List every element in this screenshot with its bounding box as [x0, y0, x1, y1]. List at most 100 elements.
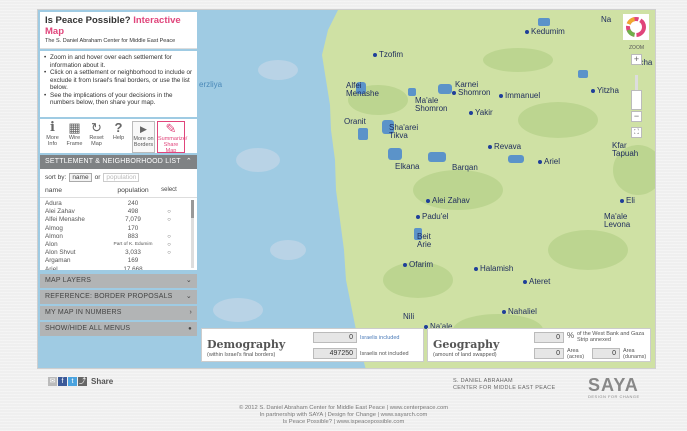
list-cell-select[interactable]: ○	[159, 216, 179, 224]
control-panel: Is Peace Possible? Interactive Map The S…	[40, 12, 197, 364]
menu-label: SHOW/HIDE ALL MENUS	[45, 325, 131, 332]
list-cell-name: Almog	[45, 224, 63, 232]
map-place-label[interactable]: Eli	[620, 196, 635, 205]
saya-logo[interactable]: SAYA DESIGN FOR CHANGE	[588, 375, 640, 399]
sort-or-label: or	[94, 174, 101, 181]
map-place-label[interactable]: Levona	[604, 220, 630, 229]
settlement-list-title: SETTLEMENT & NEIGHBORHOOD LIST	[45, 158, 181, 165]
list-cell-name: Adura	[45, 200, 62, 207]
twitter-icon[interactable]: t	[68, 377, 77, 386]
map-place-label[interactable]: Nili	[403, 312, 414, 321]
list-cell-select[interactable]: ○	[159, 208, 179, 216]
zoom-in-button[interactable]: +	[631, 54, 642, 65]
map-place-label[interactable]: Nahaliel	[502, 307, 537, 316]
demography-title: Demography	[207, 338, 286, 351]
list-cell-select[interactable]	[159, 266, 179, 271]
settlement-list: Adura 240 Alei Zahav 498 ○ Alfei Menashe 7,079…	[40, 198, 197, 270]
map-place-label[interactable]: Barqan	[452, 163, 478, 172]
israelis-included-label: Israelis included	[360, 335, 400, 341]
map-place-label[interactable]: Elkana	[395, 162, 419, 171]
sort-by-name-button[interactable]: name	[69, 173, 92, 182]
list-item[interactable]: Alon Part of K. Edumim ○	[45, 241, 192, 249]
map-place-label[interactable]: Padu'el	[416, 212, 448, 221]
list-cell-select[interactable]	[159, 200, 179, 208]
map-place-label[interactable]: Tapuah	[612, 149, 638, 158]
more-info-button[interactable]: i More Info	[42, 121, 63, 153]
list-cell-select[interactable]: ○	[159, 249, 179, 257]
instructions: Zoom in and hover over each settlement f…	[40, 51, 197, 117]
map-place-label[interactable]: erzliya	[199, 80, 222, 89]
list-item[interactable]: Alon Shvut 3,033 ○	[45, 249, 192, 257]
email-icon[interactable]: ✉	[48, 377, 57, 386]
list-item[interactable]: Almon 883 ○	[45, 233, 192, 241]
sort-by-population-button[interactable]: population	[103, 173, 140, 182]
list-item[interactable]: Almog 170	[45, 225, 192, 233]
map-place-label[interactable]: Immanuel	[499, 91, 540, 100]
map-place-label[interactable]: Ateret	[523, 277, 550, 286]
map-place-label[interactable]: Arie	[417, 240, 431, 249]
app-container: Kedumim Na Tzofim Alfei Menashe Karnei Shomron…	[37, 9, 656, 369]
sort-label: sort by:	[45, 174, 67, 181]
menu-show-hide-all[interactable]: SHOW/HIDE ALL MENUS ●	[40, 322, 197, 336]
map-place-label[interactable]: Yitzha	[591, 86, 619, 95]
list-cell-select[interactable]	[159, 257, 179, 265]
map-place-label[interactable]: Revava	[488, 142, 521, 151]
list-item[interactable]: Alfei Menashe 7,079 ○	[45, 216, 192, 224]
list-cell-select[interactable]: ○	[159, 233, 179, 241]
menu-border-proposals[interactable]: REFERENCE: BORDER PROPOSALS ⌄	[40, 290, 197, 304]
map-place-label[interactable]: Yakir	[469, 108, 493, 117]
list-item[interactable]: Argaman 169	[45, 257, 192, 265]
map-place-label[interactable]: Oranit	[344, 117, 366, 126]
zoom-out-button[interactable]: −	[631, 111, 642, 122]
wireframe-icon: ▦	[68, 120, 81, 135]
settlement-list-header[interactable]: SETTLEMENT & NEIGHBORHOOD LIST ⌃	[40, 155, 197, 169]
title-box: Is Peace Possible? Interactive Map The S…	[40, 12, 197, 49]
map-place-label[interactable]: Kedumim	[525, 27, 565, 36]
map-place-label[interactable]: Tikva	[389, 131, 408, 140]
share-icon[interactable]: ⤴	[78, 377, 87, 386]
list-cell-select[interactable]	[159, 225, 179, 233]
fullscreen-icon[interactable]: ⛶	[631, 127, 642, 138]
percent-annexed-label: of the West Bank and Gaza Strip annexed	[577, 331, 645, 343]
list-cell-population: 240	[127, 200, 139, 207]
list-cell-select[interactable]: ○	[159, 241, 179, 249]
help-label: Help	[112, 135, 125, 141]
map-place-label[interactable]: Menashe	[346, 89, 379, 98]
menu-my-map-in-numbers[interactable]: MY MAP IN NUMBERS ›	[40, 306, 197, 320]
list-header: name population select	[40, 186, 197, 198]
reset-icon: ↻	[91, 120, 102, 135]
map-place-label[interactable]: Na	[601, 15, 611, 24]
map-place-label[interactable]: Tzofim	[373, 50, 403, 59]
list-cell-name: Alfei Menashe	[45, 216, 85, 224]
instruction-item: Zoom in and hover over each settlement f…	[44, 54, 193, 69]
menu-label: MY MAP IN NUMBERS	[45, 309, 122, 316]
map-place-label[interactable]: Shomron	[452, 88, 490, 97]
wire-frame-button[interactable]: ▦ Wire Frame	[64, 121, 85, 153]
zoom-slider-thumb[interactable]	[631, 90, 642, 110]
map-place-label[interactable]: Ariel	[538, 157, 560, 166]
facebook-icon[interactable]: f	[58, 377, 67, 386]
map-place-label[interactable]: Halamish	[474, 264, 513, 273]
map-place-label[interactable]: Ofarim	[403, 260, 433, 269]
reset-map-button[interactable]: ↻ Reset Map	[86, 121, 107, 153]
more-on-borders-button[interactable]: ▶ More on Borders	[132, 121, 155, 153]
chevron-right-icon: ›	[189, 309, 192, 316]
copyright: © 2012 S. Daniel Abraham Center for Midd…	[0, 405, 687, 426]
center-peace-logo[interactable]: S. DANIEL ABRAHAM CENTER FOR MIDDLE EAST…	[453, 378, 555, 391]
menu-map-layers[interactable]: MAP LAYERS ⌄	[40, 274, 197, 288]
dot-icon: ●	[188, 326, 192, 332]
summarize-share-button[interactable]: ✎ Summarize/ Share Map	[157, 121, 187, 154]
map-place-label[interactable]: Shomron	[415, 104, 447, 113]
area-acres-value: 0	[534, 348, 564, 359]
share-label[interactable]: Share	[91, 377, 113, 386]
app-subtitle: The S. Daniel Abraham Center for Middle …	[45, 38, 176, 44]
demography-panel: Demography (within Israel's final border…	[201, 328, 424, 362]
list-item[interactable]: Ariel 17,668	[45, 266, 192, 271]
column-population: population	[117, 187, 149, 194]
copyright-line: Is Peace Possible? | www.ispeacepossible…	[282, 419, 405, 425]
help-button[interactable]: ? Help	[108, 121, 129, 153]
list-scrollbar[interactable]	[191, 200, 194, 268]
list-item[interactable]: Alei Zahav 498 ○	[45, 208, 192, 216]
list-item[interactable]: Adura 240	[45, 200, 192, 208]
map-place-label[interactable]: Alei Zahav	[426, 196, 470, 205]
